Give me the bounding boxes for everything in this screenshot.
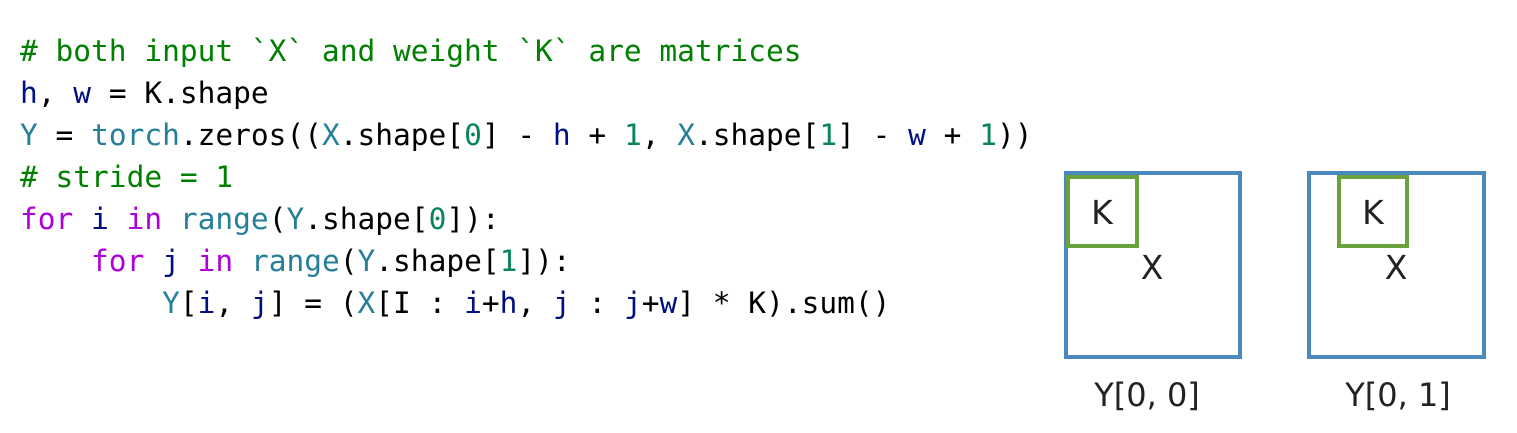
panel-y01: K X Y[0, 1] — [1307, 171, 1486, 414]
kernel-label: K — [1362, 193, 1385, 232]
kernel-label: K — [1091, 193, 1114, 232]
input-label: X — [1385, 248, 1408, 287]
input-label: X — [1141, 248, 1164, 287]
output-caption: Y[0, 1] — [1344, 376, 1451, 414]
convolution-diagram: K X Y[0, 0] K X Y[0, 1] — [1064, 171, 1486, 414]
panel-y00: K X Y[0, 0] — [1064, 171, 1242, 414]
output-caption: Y[0, 0] — [1093, 376, 1200, 414]
